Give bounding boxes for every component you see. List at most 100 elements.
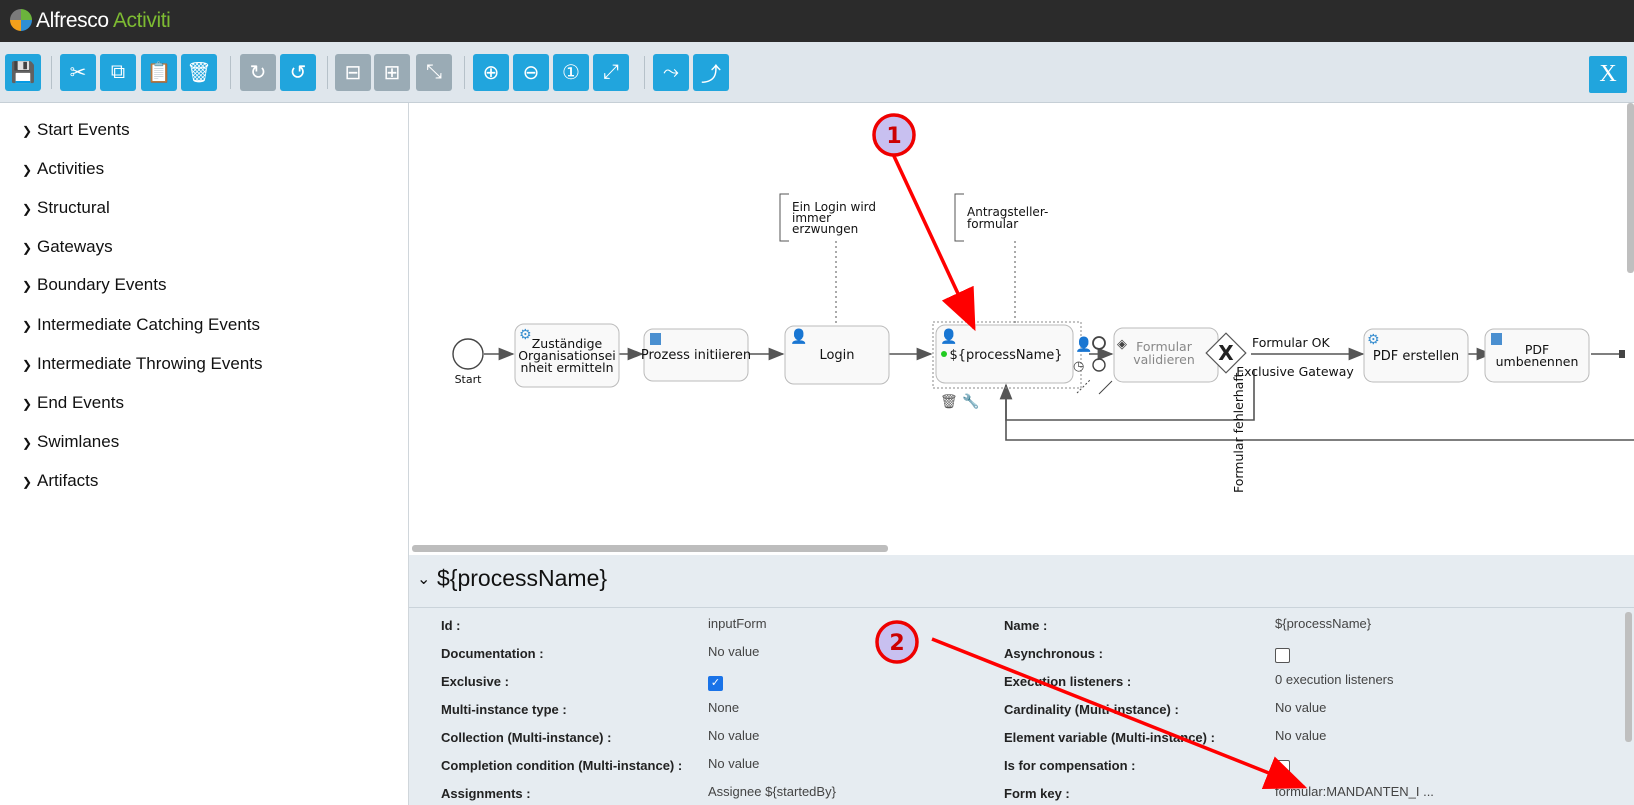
alfresco-logo-icon xyxy=(10,9,32,31)
same-size-button[interactable]: ⤡ xyxy=(416,54,452,91)
shape-palette: ❯ Start Events ❯ Activities ❯ Structural ❯ Gate… xyxy=(0,103,409,805)
chevron-right-icon: ❯ xyxy=(22,241,33,255)
property-value[interactable]: formular:MANDANTEN_I ... xyxy=(1275,784,1434,799)
close-editor-button[interactable]: X xyxy=(1589,56,1627,93)
palette-group-boundary-events[interactable]: ❯ Boundary Events xyxy=(22,275,166,295)
palette-group-start-events[interactable]: ❯ Start Events xyxy=(22,120,130,140)
property-checkbox[interactable] xyxy=(1275,760,1290,775)
task-user-login[interactable]: 👤 Login xyxy=(784,325,890,385)
script-icon xyxy=(1491,333,1502,345)
task-user-processname-selected[interactable]: 👤 ${processName} 🗑 🔧 xyxy=(932,321,1082,410)
palette-group-end-events[interactable]: ❯ End Events xyxy=(22,393,124,413)
intermediate-event-shortcut-icon xyxy=(1092,358,1106,372)
property-label: Is for compensation : xyxy=(1004,758,1136,773)
remove-bendpoint-icon: ⤴ xyxy=(701,64,721,86)
task-formular-validieren[interactable]: Formular validieren xyxy=(1113,327,1219,383)
diagram-canvas[interactable]: Ein Login wird immer erzwungen Antragste… xyxy=(409,103,1634,553)
end-event-shortcut-icon xyxy=(1092,336,1106,350)
annotation-login[interactable]: Ein Login wird immer erzwungen xyxy=(792,200,876,236)
property-label: Collection (Multi-instance) : xyxy=(441,730,612,745)
property-value[interactable]: inputForm xyxy=(708,616,767,631)
toolbar-separator xyxy=(327,56,328,89)
delete-button[interactable]: 🗑 xyxy=(181,54,217,91)
property-checkbox[interactable]: ✓ xyxy=(708,676,723,691)
palette-group-activities[interactable]: ❯ Activities xyxy=(22,159,104,179)
start-event[interactable] xyxy=(452,338,484,370)
delete-icon: 🗑 xyxy=(186,62,212,84)
task-script-prozess[interactable]: Prozess initiieren xyxy=(641,328,751,382)
property-value[interactable]: No value xyxy=(708,728,759,743)
redo-button[interactable]: ↻ xyxy=(240,54,276,91)
palette-group-intermediate-throwing-events[interactable]: ❯ Intermediate Throwing Events xyxy=(22,354,263,374)
remove-bendpoint-button[interactable]: ⤴ xyxy=(693,54,729,91)
zoom-in-button[interactable]: ⊕ xyxy=(473,54,509,91)
property-label: Id : xyxy=(441,618,461,633)
bpmn-diagram[interactable]: Ein Login wird immer erzwungen Antragste… xyxy=(409,103,1634,553)
user-icon: 👤 xyxy=(940,328,957,345)
properties-title: ${processName} xyxy=(437,565,608,591)
task-service-organisation[interactable]: ⚙ Zuständige Organisationsei nheit ermit… xyxy=(514,323,620,388)
task-pdf-umbenennen[interactable]: PDF umbenennen xyxy=(1484,328,1590,383)
property-value[interactable]: No value xyxy=(1275,728,1326,743)
add-bendpoint-icon: ⤳ xyxy=(663,61,679,83)
align-vertical-button[interactable]: ⊟ xyxy=(335,54,371,91)
property-value[interactable]: 0 execution listeners xyxy=(1275,672,1394,687)
property-label: Exclusive : xyxy=(441,674,509,689)
palette-group-label: Boundary Events xyxy=(37,275,167,294)
toolbar-separator xyxy=(51,56,52,89)
editor-toolbar: 💾 ✂ ⧉ 📋 🗑 ↻ ↺ ⊟ ⊞ ⤡ ⊕ ⊖ ① ⤢ ⤳ ⤴ xyxy=(0,42,1634,103)
palette-group-label: Swimlanes xyxy=(37,432,120,451)
zoom-fit-button[interactable]: ⤢ xyxy=(593,54,629,91)
properties-scrollbar[interactable] xyxy=(1625,612,1632,742)
palette-group-structural[interactable]: ❯ Structural xyxy=(22,198,110,218)
add-bendpoint-button[interactable]: ⤳ xyxy=(653,54,689,91)
toolbar-separator xyxy=(230,56,231,89)
svg-text:X: X xyxy=(1218,341,1234,365)
palette-group-gateways[interactable]: ❯ Gateways xyxy=(22,237,113,257)
palette-group-intermediate-catching-events[interactable]: ❯ Intermediate Catching Events xyxy=(22,315,260,335)
copy-button[interactable]: ⧉ xyxy=(100,54,136,91)
canvas-vertical-scrollbar[interactable] xyxy=(1627,103,1634,273)
svg-text:umbenennen: umbenennen xyxy=(1496,354,1579,369)
save-button[interactable]: 💾 xyxy=(5,54,41,91)
palette-group-swimlanes[interactable]: ❯ Swimlanes xyxy=(22,432,119,452)
gear-icon: ⚙ xyxy=(519,327,532,343)
palette-group-label: Intermediate Catching Events xyxy=(37,315,261,334)
palette-group-artifacts[interactable]: ❯ Artifacts xyxy=(22,471,98,491)
script-icon xyxy=(650,333,661,345)
svg-text:validieren: validieren xyxy=(1133,352,1195,367)
palette-group-label: Intermediate Throwing Events xyxy=(37,354,263,373)
flow-bad-label: Formular fehlerhaft xyxy=(1231,372,1246,493)
property-value[interactable]: None xyxy=(708,700,739,715)
property-value[interactable]: Assignee ${startedBy} xyxy=(708,784,836,799)
align-horizontal-icon: ⊞ xyxy=(383,62,401,84)
paste-button[interactable]: 📋 xyxy=(141,54,177,91)
canvas-horizontal-scrollbar[interactable] xyxy=(412,545,888,552)
property-checkbox[interactable] xyxy=(1275,648,1290,663)
property-value[interactable]: No value xyxy=(1275,700,1326,715)
zoom-actual-icon: ① xyxy=(562,62,580,84)
property-value[interactable]: ${processName} xyxy=(1275,616,1371,631)
zoom-actual-button[interactable]: ① xyxy=(553,54,589,91)
wrench-icon: 🔧 xyxy=(962,392,979,410)
property-label: Form key : xyxy=(1004,786,1070,801)
property-value[interactable]: No value xyxy=(708,756,759,771)
svg-text:2: 2 xyxy=(889,631,904,656)
property-value[interactable]: No value xyxy=(708,644,759,659)
align-horizontal-button[interactable]: ⊞ xyxy=(374,54,410,91)
task-pdf-erstellen[interactable]: ⚙ PDF erstellen xyxy=(1363,328,1469,383)
chevron-down-icon[interactable]: ⌄ xyxy=(417,569,430,589)
undo-button[interactable]: ↺ xyxy=(280,54,316,91)
property-label: Cardinality (Multi-instance) : xyxy=(1004,702,1179,717)
toolbar-separator xyxy=(644,56,645,89)
zoom-out-button[interactable]: ⊖ xyxy=(513,54,549,91)
properties-header[interactable]: ⌄ ${processName} xyxy=(409,555,1634,608)
palette-group-label: End Events xyxy=(37,393,124,412)
toolbar-separator xyxy=(464,56,465,89)
cut-button[interactable]: ✂ xyxy=(60,54,96,91)
zoom-in-icon: ⊕ xyxy=(482,62,500,84)
chevron-right-icon: ❯ xyxy=(22,436,33,450)
user-icon: 👤 xyxy=(790,328,807,345)
annotation-form[interactable]: Antragsteller- formular xyxy=(967,205,1048,231)
palette-group-label: Gateways xyxy=(37,237,113,256)
